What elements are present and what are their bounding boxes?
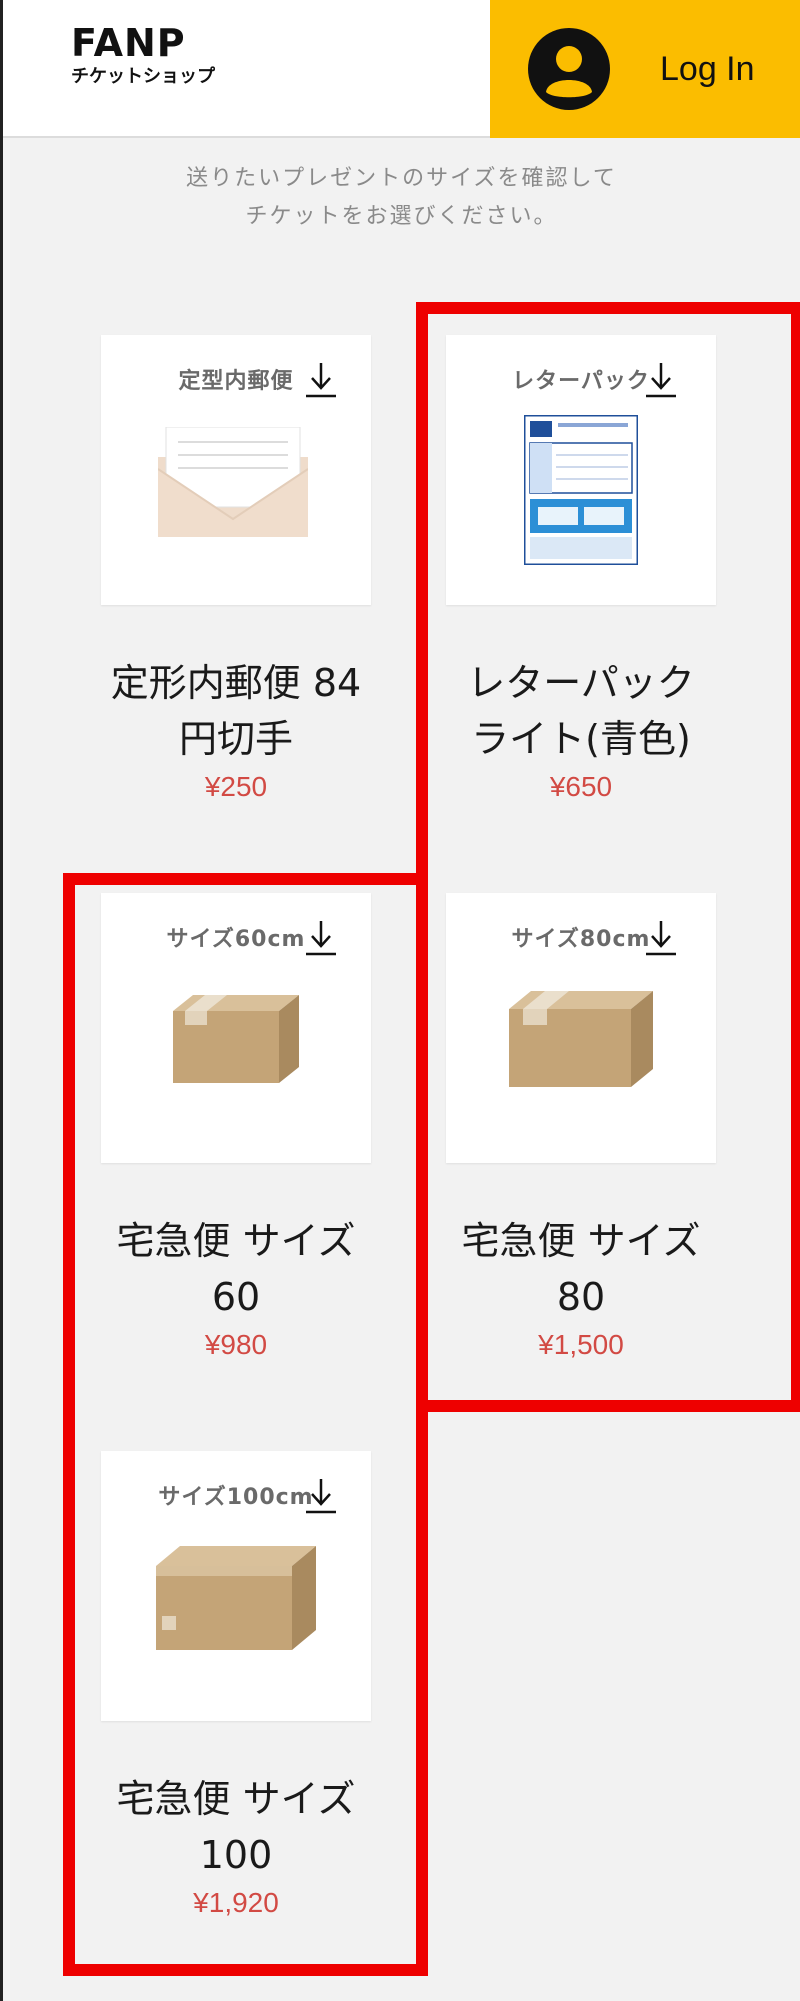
cardboard-box-image bbox=[173, 995, 299, 1083]
cardboard-box-image bbox=[509, 991, 653, 1087]
product-thumbnail[interactable]: レターパック bbox=[446, 335, 716, 605]
product-thumbnail[interactable]: 定型内郵便 bbox=[101, 335, 371, 605]
product-name[interactable]: 宅急便 サイズ 100 bbox=[86, 1771, 386, 1883]
product-name-line-1: 定形内郵便 84 bbox=[110, 661, 362, 705]
product-card-takkyubin-80[interactable]: サイズ80cm 宅急便 サイズ 80 ¥1,500 bbox=[431, 893, 731, 1361]
login-button[interactable]: Log In bbox=[490, 0, 800, 138]
download-arrow-icon[interactable] bbox=[646, 359, 676, 399]
letterpack-image bbox=[524, 415, 638, 565]
download-arrow-icon[interactable] bbox=[306, 359, 336, 399]
logo-wordmark: FANP bbox=[71, 21, 186, 65]
product-name[interactable]: 定形内郵便 84 円切手 bbox=[86, 655, 386, 767]
product-thumbnail[interactable]: サイズ80cm bbox=[446, 893, 716, 1163]
product-name-line-1: 宅急便 サイズ bbox=[116, 1219, 356, 1263]
product-card-teikei[interactable]: 定型内郵便 定形内郵便 84 円切手 ¥250 bbox=[86, 335, 386, 803]
product-thumbnail[interactable]: サイズ100cm bbox=[101, 1451, 371, 1721]
product-name-line-2: 80 bbox=[556, 1275, 606, 1319]
download-arrow-icon[interactable] bbox=[306, 917, 336, 957]
product-card-takkyubin-100[interactable]: サイズ100cm 宅急便 サイズ 100 ¥1,920 bbox=[86, 1451, 386, 1919]
product-price: ¥650 bbox=[549, 771, 613, 802]
cardboard-box-image bbox=[156, 1546, 316, 1650]
product-name-line-2: 100 bbox=[199, 1833, 273, 1877]
intro-text: 送りたいプレゼントのサイズを確認して チケットをお選びください。 bbox=[3, 160, 800, 236]
logo-subtitle: チケットショップ bbox=[71, 66, 215, 87]
intro-line-2: チケットをお選びください。 bbox=[245, 204, 558, 229]
product-name[interactable]: 宅急便 サイズ 80 bbox=[431, 1213, 731, 1325]
product-price: ¥980 bbox=[204, 1329, 268, 1360]
product-name[interactable]: 宅急便 サイズ 60 bbox=[86, 1213, 386, 1325]
page: FANP チケットショップ Log In 送りたいプレゼントのサイズを確認して … bbox=[0, 0, 800, 2001]
envelope-image bbox=[158, 427, 308, 537]
login-label: Log In bbox=[660, 49, 755, 88]
product-card-takkyubin-60[interactable]: サイズ60cm 宅急便 サイズ 60 ¥980 bbox=[86, 893, 386, 1361]
product-name-line-2: 60 bbox=[211, 1275, 261, 1319]
download-arrow-icon[interactable] bbox=[306, 1475, 336, 1515]
fanp-logo[interactable]: FANP チケットショップ bbox=[71, 22, 221, 94]
product-price: ¥1,920 bbox=[193, 1887, 279, 1918]
product-thumbnail[interactable]: サイズ60cm bbox=[101, 893, 371, 1163]
product-card-letterpack[interactable]: レターパック レターパック ライト(青色) ¥650 bbox=[431, 335, 731, 803]
product-name[interactable]: レターパック ライト(青色) bbox=[431, 655, 731, 767]
product-name-line-1: レターパック bbox=[467, 661, 695, 705]
product-name-line-2: 円切手 bbox=[178, 717, 293, 761]
product-name-line-1: 宅急便 サイズ bbox=[116, 1777, 356, 1821]
download-arrow-icon[interactable] bbox=[646, 917, 676, 957]
intro-line-1: 送りたいプレゼントのサイズを確認して bbox=[186, 166, 617, 191]
product-name-line-1: 宅急便 サイズ bbox=[461, 1219, 701, 1263]
product-price: ¥250 bbox=[204, 771, 268, 802]
site-header: FANP チケットショップ Log In bbox=[3, 0, 800, 138]
product-price: ¥1,500 bbox=[538, 1329, 624, 1360]
product-name-line-2: ライト(青色) bbox=[471, 717, 691, 761]
user-avatar-icon bbox=[528, 28, 610, 110]
